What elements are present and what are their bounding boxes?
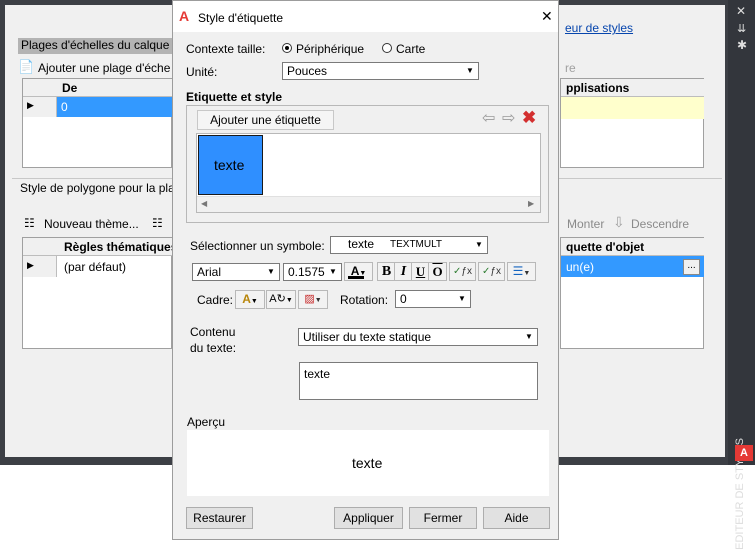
restore-button[interactable]: Restaurer (186, 507, 253, 529)
radio-peripheral-label[interactable]: Périphérique (296, 42, 364, 56)
chevron-down-icon: ▼ (462, 63, 478, 79)
move-left-icon[interactable]: ⇦ (482, 108, 495, 128)
applications-row[interactable] (561, 97, 704, 119)
move-down-icon[interactable]: ⇩ (613, 214, 625, 231)
size-context-label: Contexte taille: (186, 42, 266, 56)
palette-pin-icon[interactable]: ⇊ (737, 22, 746, 35)
scroll-left-icon[interactable]: ◀ (201, 199, 207, 208)
rules-column: Règles thématiques (64, 240, 178, 254)
unit-select[interactable]: Pouces ▼ (282, 62, 479, 80)
palette-close-icon[interactable]: ✕ (736, 4, 746, 18)
content-label-line1: Contenu (190, 325, 236, 339)
label-column: quette d'objet (566, 240, 645, 254)
chevron-down-icon: ▼ (454, 291, 470, 307)
chevron-down-icon: ▼ (263, 264, 279, 280)
dialog-app-icon: A (179, 8, 190, 24)
rotation-label: Rotation: (340, 293, 389, 307)
radio-peripheral[interactable] (282, 43, 292, 53)
theme-extra-icon[interactable]: ☷ (152, 216, 163, 230)
row-arrow-icon: ▶ (27, 100, 34, 110)
new-theme-icon[interactable]: ☷ (24, 216, 35, 230)
insert-field-icon[interactable]: ✓ƒx (449, 262, 476, 281)
move-down-button[interactable]: Descendre (631, 217, 689, 231)
label-row-value: un(e) (566, 260, 595, 274)
chevron-down-icon: ▼ (325, 264, 341, 280)
symbol-chevron-icon: ▼ (475, 240, 483, 249)
frame-text-icon[interactable]: A▼ (235, 290, 265, 309)
rules-row-default[interactable]: (par défaut) (64, 260, 126, 274)
frame-label: Cadre: (197, 293, 234, 307)
applications-column: pplisations (566, 81, 630, 95)
unit-label: Unité: (186, 65, 218, 79)
scale-row-selected[interactable] (57, 97, 172, 117)
static-text-input[interactable]: texte (299, 362, 538, 400)
palette-settings-icon[interactable]: ✱ (737, 38, 747, 52)
apply-button[interactable]: Appliquer (334, 507, 403, 529)
palette-strip (728, 0, 755, 465)
scale-grid-header (23, 79, 172, 97)
frame-border-icon[interactable]: ▨▼ (298, 290, 328, 309)
add-label-button[interactable]: Ajouter une étiquette (197, 110, 334, 130)
delete-label-icon[interactable]: ✖ (522, 108, 536, 128)
label-item-text: texte (214, 157, 245, 173)
scale-row-value: 0 (61, 100, 68, 114)
insert-expression-icon[interactable]: ✓ƒx (478, 262, 505, 281)
add-scale-range-button[interactable]: Ajouter une plage d'éche (38, 61, 170, 75)
select-symbol-label: Sélectionner un symbole: (190, 239, 325, 253)
preview-label: Aperçu (187, 415, 226, 429)
label-ellipsis-button[interactable]: ... (683, 259, 700, 275)
style-editor-link[interactable]: eur de styles (565, 21, 633, 35)
preview-text: texte (352, 455, 383, 471)
add-scale-range-icon[interactable]: 📄 (18, 59, 34, 75)
content-label-line2: du texte: (190, 341, 237, 355)
move-up-button[interactable]: Monter (567, 217, 604, 231)
radio-map[interactable] (382, 43, 392, 53)
label-style-group-title: Etiquette et style (186, 90, 283, 104)
chevron-down-icon: ▼ (521, 329, 537, 345)
radio-map-label[interactable]: Carte (396, 42, 425, 56)
font-size-select[interactable]: 0.1575 ▼ (283, 263, 342, 281)
scale-ranges-title: Plages d'échelles du calque S (21, 38, 181, 52)
polygon-style-label: Style de polygone pour la pla (20, 181, 175, 195)
symbol-text: texte (348, 237, 375, 251)
line-spacing-icon[interactable]: ☰▼ (507, 262, 536, 281)
col-de: De (62, 81, 78, 95)
dialog-close-icon[interactable]: ✕ (541, 8, 553, 25)
scroll-right-icon[interactable]: ▶ (528, 199, 534, 208)
faded-label: re (565, 61, 576, 75)
symbol-type: TEXTMULT (390, 239, 443, 250)
overline-button[interactable]: O (428, 262, 447, 281)
move-right-icon[interactable]: ⇨ (502, 108, 515, 128)
new-theme-button[interactable]: Nouveau thème... (44, 217, 139, 231)
rules-row-arrow-icon: ▶ (27, 260, 34, 270)
help-button[interactable]: Aide (483, 507, 550, 529)
frame-style-icon[interactable]: A↻▼ (266, 290, 296, 309)
close-button[interactable]: Fermer (409, 507, 477, 529)
rotation-select[interactable]: 0 ▼ (395, 290, 471, 308)
horizontal-scrollbar[interactable] (197, 196, 540, 212)
dialog-title: Style d'étiquette (198, 11, 284, 25)
autocad-logo-icon: A (735, 445, 753, 461)
content-type-select[interactable]: Utiliser du texte statique ▼ (298, 328, 538, 346)
font-select[interactable]: Arial ▼ (192, 263, 280, 281)
text-color-button[interactable]: A▼ (344, 262, 373, 281)
